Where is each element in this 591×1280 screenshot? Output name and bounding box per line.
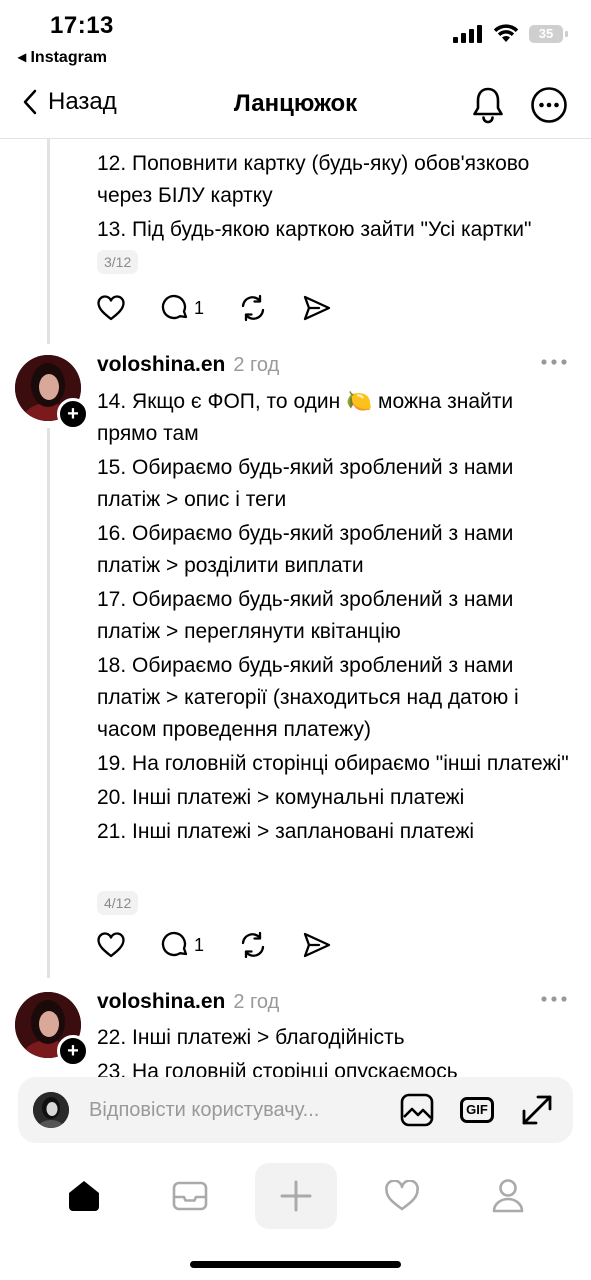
- post-line: 21. Інші платежі > заплановані платежі: [97, 820, 475, 843]
- post-header: voloshina.en 2 год: [97, 353, 279, 377]
- post-actions: 1: [96, 930, 366, 960]
- post-time: 2 год: [233, 991, 280, 1013]
- post-more-button[interactable]: [540, 991, 568, 1009]
- share-button[interactable]: [302, 293, 366, 323]
- status-time: 17:13: [50, 12, 114, 39]
- home-indicator: [190, 1261, 401, 1268]
- post-line: 16. Обираємо будь-який зроблений з нами …: [97, 522, 514, 577]
- expand-button[interactable]: [518, 1091, 556, 1129]
- expand-icon: [522, 1095, 552, 1125]
- comment-icon: [161, 931, 188, 957]
- repost-button[interactable]: [238, 930, 302, 960]
- reply-count: 1: [194, 934, 205, 955]
- more-dots-icon: [541, 359, 567, 365]
- post-body: 12. Поповнити картку (будь-яку) обов'язк…: [97, 148, 577, 280]
- send-icon: [303, 932, 331, 958]
- follow-plus-button[interactable]: +: [57, 1035, 89, 1067]
- like-button[interactable]: [96, 930, 160, 960]
- repost-button[interactable]: [238, 293, 302, 323]
- reply-input[interactable]: [87, 1097, 376, 1123]
- plus-icon: +: [67, 1040, 79, 1062]
- tab-profile[interactable]: [475, 1163, 541, 1229]
- reply-button[interactable]: 1: [160, 293, 238, 323]
- post-line: 12. Поповнити картку (будь-яку) обов'язк…: [97, 152, 530, 207]
- status-icons: 35: [453, 24, 568, 43]
- post-line: 22. Інші платежі > благодійність: [97, 1026, 405, 1049]
- post-body: 14. Якщо є ФОП, то один 🍋 можна знайти п…: [97, 386, 579, 850]
- page-counter-badge: 3/12: [97, 250, 139, 275]
- tab-home[interactable]: [51, 1163, 117, 1229]
- home-icon: [69, 1181, 99, 1211]
- page-counter-badge: 4/12: [97, 891, 139, 915]
- repost-icon: [241, 931, 265, 959]
- post-body: 22. Інші платежі > благодійність 23. На …: [97, 1022, 579, 1079]
- post-line: 13. Під будь-якою карткою зайти "Усі кар…: [97, 214, 577, 278]
- cut-off-text: [97, 118, 557, 138]
- thread-line: [47, 428, 50, 978]
- post-line: 23. На головній сторінці опускаємось: [97, 1060, 458, 1079]
- like-button[interactable]: [96, 293, 160, 323]
- reply-button[interactable]: 1: [160, 930, 238, 960]
- profile-icon: [492, 1179, 524, 1213]
- repost-icon: [241, 294, 265, 322]
- post-time: 2 год: [233, 354, 280, 376]
- post-line: 17. Обираємо будь-який зроблений з нами …: [97, 588, 514, 643]
- avatar-image: [33, 1092, 69, 1128]
- gif-icon: GIF: [460, 1097, 494, 1123]
- battery-indicator: 35: [529, 24, 568, 43]
- post-line: 18. Обираємо будь-який зроблений з нами …: [97, 654, 519, 741]
- post-actions: 1: [96, 293, 366, 323]
- post-line: 14. Якщо є ФОП, то один 🍋 можна знайти п…: [97, 390, 514, 445]
- username[interactable]: voloshina.en: [97, 353, 225, 376]
- heart-icon: [385, 1180, 419, 1211]
- reply-composer: GIF: [18, 1077, 573, 1143]
- share-button[interactable]: [302, 930, 366, 960]
- inbox-icon: [172, 1181, 208, 1211]
- back-to-app-link[interactable]: ◂ Instagram: [18, 47, 107, 67]
- nav-divider: [0, 138, 591, 139]
- more-dots-icon: [541, 996, 567, 1002]
- heart-icon: [97, 932, 125, 958]
- reply-count: 1: [194, 297, 205, 318]
- wifi-icon: [493, 24, 519, 42]
- tab-inbox[interactable]: [157, 1163, 223, 1229]
- my-avatar: [33, 1092, 69, 1128]
- post-line: 15. Обираємо будь-який зроблений з нами …: [97, 456, 514, 511]
- post-more-button[interactable]: [540, 354, 568, 372]
- send-icon: [303, 295, 331, 321]
- signal-icon: [453, 24, 482, 43]
- plus-icon: [280, 1180, 312, 1212]
- post-line: 20. Інші платежі > комунальні платежі: [97, 786, 465, 809]
- gif-button[interactable]: GIF: [458, 1091, 496, 1129]
- heart-icon: [97, 295, 125, 321]
- attach-image-button[interactable]: [398, 1091, 436, 1129]
- image-icon: [400, 1093, 434, 1127]
- plus-icon: +: [67, 403, 79, 425]
- tab-activity[interactable]: [369, 1163, 435, 1229]
- follow-plus-button[interactable]: +: [57, 398, 89, 430]
- post-header: voloshina.en 2 год: [97, 990, 279, 1014]
- post-line: 19. На головній сторінці обираємо "інші …: [97, 752, 569, 775]
- username[interactable]: voloshina.en: [97, 990, 225, 1013]
- page-counter: 4/12: [97, 891, 139, 915]
- comment-icon: [161, 294, 188, 320]
- thread-line: [47, 139, 50, 344]
- tab-create[interactable]: [255, 1163, 337, 1229]
